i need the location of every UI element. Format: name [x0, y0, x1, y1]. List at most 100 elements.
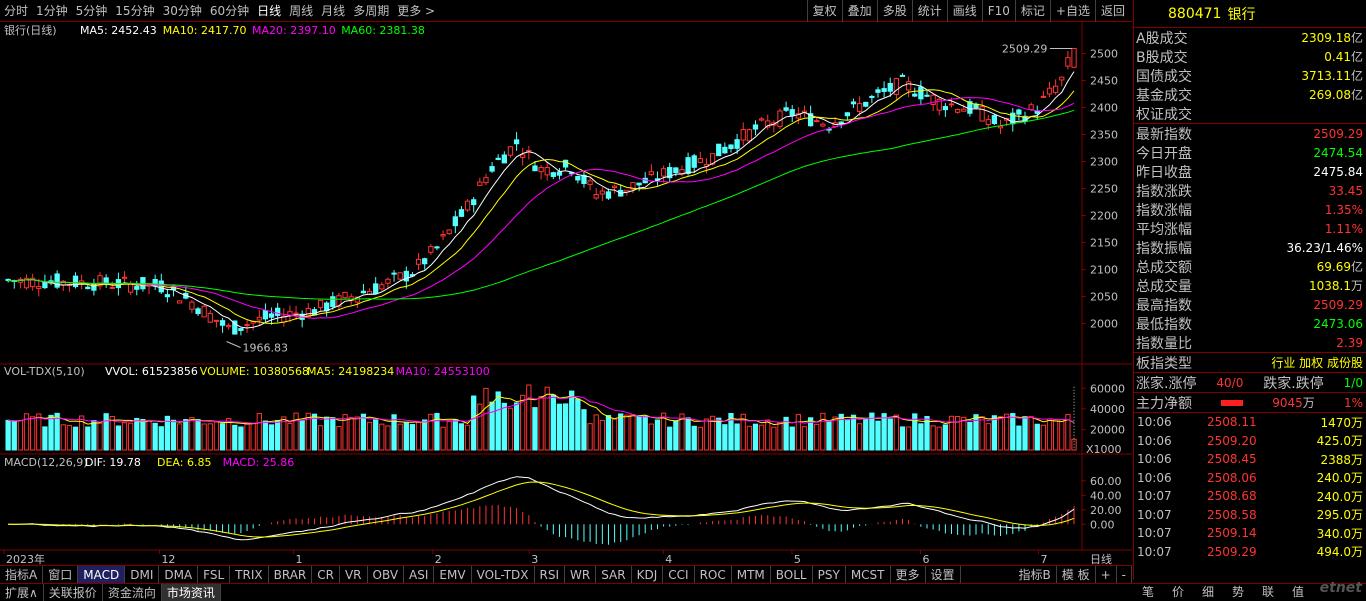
volume-bar: [856, 423, 863, 451]
tool-button-3[interactable]: 统计: [911, 0, 947, 22]
indicator-tab-25[interactable]: 设置: [926, 565, 961, 584]
indicator-tab-12[interactable]: EMV: [434, 565, 472, 584]
indicator-tab-21[interactable]: BOLL: [771, 565, 813, 584]
indicator-tab-16[interactable]: SAR: [596, 565, 632, 584]
candle-body: [605, 191, 612, 199]
stat-value: 2474.54: [1313, 145, 1363, 160]
candle-body: [593, 194, 599, 199]
vol-legend-2: MA5: 24198234: [307, 365, 394, 378]
volume-bar: [758, 424, 765, 451]
indicator-tab-7[interactable]: BRAR: [269, 565, 313, 584]
right-tab-5[interactable]: 值: [1283, 583, 1313, 600]
indicator-tab-6[interactable]: TRIX: [230, 565, 269, 584]
indicator-tab-1[interactable]: 窗口: [43, 565, 79, 584]
candle-body: [930, 94, 936, 105]
volume-bar: [134, 417, 140, 451]
indicator-tab-9[interactable]: VR: [340, 565, 368, 584]
volume-bar: [238, 426, 244, 451]
volume-bar: [317, 425, 324, 451]
footer-tab-0[interactable]: 扩展∧: [0, 584, 44, 601]
volume-bar: [593, 414, 599, 451]
volume-bar: [42, 426, 48, 451]
right-tab-3[interactable]: 势: [1223, 583, 1253, 600]
tick-row: 10:06 2508.11 1470万: [1134, 413, 1366, 432]
period-tab-10[interactable]: 更多 >: [393, 2, 439, 19]
volume-bar: [575, 398, 581, 451]
right-tab-1[interactable]: 价: [1163, 583, 1193, 600]
volume-bar: [275, 420, 281, 451]
indicator-tab-19[interactable]: ROC: [695, 565, 732, 584]
indicator-tab-14[interactable]: RSI: [535, 565, 566, 584]
indicator-tab-24[interactable]: 更多: [891, 565, 926, 584]
period-tab-7[interactable]: 周线: [285, 2, 317, 19]
volume-bar: [961, 416, 967, 451]
indicator-tab-23[interactable]: MCST: [846, 565, 891, 584]
indicator-tab-10[interactable]: OBV: [368, 565, 405, 584]
indicator-tab-5[interactable]: FSL: [198, 565, 231, 584]
indicator-tab-17[interactable]: KDJ: [632, 565, 664, 584]
indicator-tab-3[interactable]: DMI: [125, 565, 160, 584]
indicator-right-1[interactable]: 模 板: [1057, 565, 1096, 584]
indicator-tab-13[interactable]: VOL-TDX: [472, 565, 535, 584]
period-tab-1[interactable]: 1分钟: [32, 2, 72, 19]
stat-value: 269.08: [1308, 88, 1351, 102]
indicator-tab-18[interactable]: CCI: [663, 565, 695, 584]
tool-button-2[interactable]: 多股: [876, 0, 912, 22]
stat-unit: 亿: [1350, 88, 1363, 102]
indicator-tab-15[interactable]: WR: [565, 565, 597, 584]
period-tab-3[interactable]: 15分钟: [111, 2, 158, 19]
indicator-right-0[interactable]: 指标B: [1014, 565, 1057, 584]
volume-bar: [17, 420, 24, 451]
tool-button-0[interactable]: 复权: [806, 0, 842, 22]
stat-row: 指数涨跌 33.45: [1134, 181, 1366, 200]
period-tab-2[interactable]: 5分钟: [72, 2, 112, 19]
stat-value-wrap: 2509.29: [1313, 298, 1363, 312]
tool-button-5[interactable]: F10: [981, 0, 1015, 22]
candle-body: [495, 157, 501, 160]
candle-body: [863, 101, 869, 107]
candle-body: [128, 283, 134, 293]
stat-label: 总成交量: [1136, 278, 1192, 295]
indicator-tab-11[interactable]: ASI: [404, 565, 435, 584]
candle-body: [599, 190, 605, 195]
period-tab-5[interactable]: 60分钟: [206, 2, 253, 19]
footer-tab-3[interactable]: 市场资讯: [161, 584, 221, 601]
indicator-right-2[interactable]: +: [1096, 565, 1117, 584]
volume-bar: [354, 416, 360, 451]
tool-button-7[interactable]: +自选: [1049, 0, 1095, 22]
candle-body: [611, 185, 618, 189]
indicator-tab-20[interactable]: MTM: [732, 565, 771, 584]
tick-list[interactable]: 10:06 2508.11 1470万 10:06 2509.20 425.0万 10:06…: [1134, 413, 1366, 561]
period-tab-0[interactable]: 分时: [0, 2, 32, 19]
tool-button-6[interactable]: 标记: [1014, 0, 1050, 22]
right-tab-2[interactable]: 细: [1193, 583, 1223, 600]
candle-body: [226, 324, 232, 328]
volume-bar: [991, 415, 998, 451]
candle-body: [575, 175, 581, 181]
volume-bar: [287, 422, 293, 451]
volume-bar: [501, 402, 507, 451]
right-tab-0[interactable]: 笔: [1133, 583, 1163, 600]
index-code: 880471: [1168, 5, 1222, 22]
indicator-tab-22[interactable]: PSY: [813, 565, 846, 584]
indicator-tab-2[interactable]: MACD: [78, 565, 126, 584]
right-tab-4[interactable]: 联: [1253, 583, 1283, 600]
kline-chart-area[interactable]: 银行(日线) MA5: 2452.43 MA10: 2417.70 MA20: 239…: [0, 22, 1132, 576]
footer-tab-2[interactable]: 资金流向: [103, 584, 162, 601]
period-tab-4[interactable]: 30分钟: [159, 2, 206, 19]
footer-tab-1[interactable]: 关联报价: [44, 584, 103, 601]
tick-volume: 494.0: [1316, 545, 1351, 560]
period-tab-6[interactable]: 日线: [253, 2, 285, 19]
tool-button-8[interactable]: 返回: [1094, 0, 1130, 22]
tool-button-1[interactable]: 叠加: [841, 0, 877, 22]
period-tab-9[interactable]: 多周期: [349, 2, 393, 19]
period-tab-8[interactable]: 月线: [317, 2, 349, 19]
vol-tick-label: 40000: [1090, 403, 1125, 416]
indicator-right-3[interactable]: -: [1117, 565, 1132, 584]
candle-body: [324, 302, 330, 312]
price-tick-label: 2500: [1090, 48, 1118, 61]
indicator-tab-8[interactable]: CR: [312, 565, 340, 584]
indicator-tab-4[interactable]: DMA: [159, 565, 199, 584]
tool-button-4[interactable]: 画线: [946, 0, 982, 22]
indicator-tab-0[interactable]: 指标A: [0, 565, 44, 584]
